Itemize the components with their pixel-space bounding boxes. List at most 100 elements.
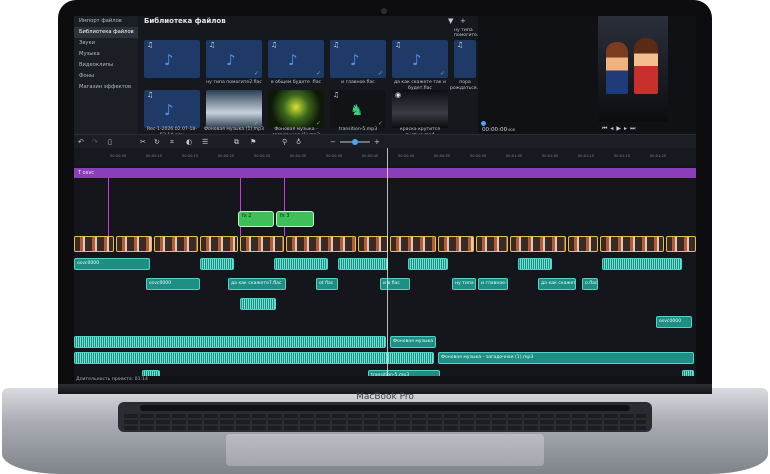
microphone-icon[interactable]: ♁ <box>296 136 301 148</box>
video-clip[interactable] <box>74 236 114 252</box>
music-note-icon: ♫ <box>209 41 216 49</box>
crop-icon[interactable]: ⌗ <box>170 136 174 148</box>
video-preview <box>598 16 668 122</box>
timeline-ruler[interactable]: 00:00:05 00:00:10 00:00:15 00:00:20 00:0… <box>74 148 696 166</box>
marker-icon[interactable]: ⚲ <box>282 136 287 148</box>
ruler-tick: 00:00:45 <box>398 154 415 158</box>
audio-clip[interactable]: да как скажете7.flac <box>538 278 576 290</box>
music-note-icon: ♫ <box>395 41 402 49</box>
audio-clip[interactable] <box>338 258 388 270</box>
audio-clip[interactable] <box>518 258 552 270</box>
video-clip[interactable] <box>600 236 664 252</box>
video-clip[interactable] <box>286 236 356 252</box>
media-item[interactable]: ♫ ♪ ✓ и главное.flac <box>330 40 386 86</box>
audio-clip[interactable]: o.flac <box>582 278 598 290</box>
ruler-tick: 00:00:35 <box>326 154 343 158</box>
group-icon[interactable]: ⧉ <box>234 136 239 148</box>
audio-clip[interactable] <box>602 258 682 270</box>
trash-icon[interactable]: ▯ <box>108 136 112 148</box>
ruler-tick: 00:00:20 <box>218 154 235 158</box>
audio-clip[interactable] <box>200 258 234 270</box>
media-thumbnail: ♫ ♪ <box>144 90 200 128</box>
video-clip[interactable] <box>568 236 598 252</box>
effect-clip[interactable]: fx 3 <box>276 211 314 227</box>
touch-bar <box>140 405 630 411</box>
text-icon: T <box>78 170 82 176</box>
ruler-tick: 00:00:50 <box>434 154 451 158</box>
sidebar-item-sounds[interactable]: Звуки <box>74 38 138 49</box>
music-note-icon: ♪ <box>164 51 174 69</box>
video-clip[interactable] <box>390 236 436 252</box>
media-thumbnail: ♫ ♪ ✓ <box>392 40 448 78</box>
music-note-icon: ♫ <box>271 41 278 49</box>
audio-clip[interactable] <box>240 298 276 310</box>
sidebar-item-import[interactable]: Импорт файлов <box>74 16 138 27</box>
sidebar-item-effects-store[interactable]: Магазин эффектов <box>74 82 138 93</box>
zoom-out-icon[interactable]: − <box>330 136 336 148</box>
rotate-icon[interactable]: ↻ <box>154 136 160 148</box>
audio-clip[interactable]: osvc0000 <box>74 258 150 270</box>
playhead[interactable] <box>387 148 388 376</box>
video-clip[interactable] <box>154 236 198 252</box>
seek-handle[interactable] <box>481 121 486 126</box>
video-clip[interactable] <box>476 236 508 252</box>
audio-clip[interactable]: ot flac <box>316 278 338 290</box>
play-icon[interactable]: ▶ <box>616 125 624 132</box>
video-clip[interactable] <box>116 236 152 252</box>
flag-icon[interactable]: ⚑ <box>250 136 256 148</box>
music-note-icon: ♪ <box>412 51 422 69</box>
music-note-icon: ♫ <box>333 91 340 99</box>
link-line <box>284 178 285 236</box>
audio-clip[interactable]: и главное.flac <box>478 278 508 290</box>
scissors-icon[interactable]: ✂ <box>140 136 146 148</box>
audio-clip[interactable]: osvc0000 <box>656 316 692 328</box>
media-item[interactable]: ♫ ♪ ✓ да как скажете так и будет.flac <box>392 40 448 91</box>
redo-icon[interactable]: ↷ <box>92 136 98 148</box>
color-icon[interactable]: ◐ <box>186 136 192 148</box>
trackpad <box>226 434 544 466</box>
title-clip[interactable]: T osvc <box>74 168 696 178</box>
media-item[interactable]: ✓ Фоновая музыка (1).mp3 <box>204 90 264 134</box>
video-clip[interactable] <box>438 236 474 252</box>
audio-clip[interactable] <box>74 352 434 364</box>
skip-forward-icon[interactable]: ⏭ <box>630 125 638 132</box>
video-clip[interactable] <box>510 236 566 252</box>
ruler-tick: 00:00:40 <box>362 154 379 158</box>
ruler-tick: 00:00:25 <box>254 154 271 158</box>
audio-clip[interactable]: ну типа flac <box>452 278 476 290</box>
sidebar-item-videoclips[interactable]: Видеоклипы <box>74 60 138 71</box>
zoom-slider-handle[interactable] <box>352 139 358 145</box>
video-clip[interactable] <box>240 236 284 252</box>
media-item[interactable]: ✓ Фоновая музыка - загадочная (1).mp3 <box>268 90 324 138</box>
sidebar-item-music[interactable]: Музыка <box>74 49 138 60</box>
sidebar-item-library[interactable]: Библиотека файлов <box>74 27 138 38</box>
media-thumbnail: ♫ ♞ ✓ <box>330 90 386 128</box>
media-item[interactable]: ♫♪ Rec-1-2026.02.07-18-53.14.wav <box>144 90 200 138</box>
video-clip[interactable] <box>358 236 388 252</box>
sidebar-item-backgrounds[interactable]: Фоны <box>74 71 138 82</box>
video-clip[interactable] <box>666 236 696 252</box>
media-item[interactable]: ♫ ♪ ✓ в общем будете .flac <box>268 40 324 86</box>
audio-clip[interactable] <box>74 336 386 348</box>
audio-clip[interactable] <box>408 258 448 270</box>
undo-icon[interactable]: ↶ <box>78 136 84 148</box>
media-label: и главное.flac <box>341 80 375 85</box>
media-item[interactable]: ◉ краска крутится пустые.mp4 <box>392 90 448 138</box>
plus-icon[interactable]: + <box>460 16 466 27</box>
audio-clip[interactable]: да как скажете7.flac <box>228 278 286 290</box>
audio-clip[interactable]: Фоновая музыка <box>390 336 436 348</box>
zoom-in-icon[interactable]: + <box>374 136 380 148</box>
media-item[interactable]: ♫ ♪ ✓ ну типа помогите2.flac <box>206 40 262 86</box>
audio-clip[interactable]: osvc0000 <box>146 278 200 290</box>
audio-clip[interactable]: Фоновая музыка - загадочная (1).mp3 <box>438 352 694 364</box>
video-clip[interactable] <box>200 236 238 252</box>
ruler-tick: 00:00:05 <box>110 154 127 158</box>
media-thumbnail: ♫ ♪ ✓ <box>206 40 262 78</box>
audio-clip[interactable]: и в flac <box>380 278 410 290</box>
media-item[interactable]: ♫ ♞ ✓ transition-5.mp3 <box>330 90 386 134</box>
media-item[interactable]: ♫ ♪ <box>144 40 200 86</box>
menu-icon[interactable]: ☰ <box>202 136 208 148</box>
audio-clip[interactable] <box>274 258 328 270</box>
filter-icon[interactable]: ▼ <box>448 16 453 27</box>
effect-clip[interactable]: fx 2 <box>238 211 274 227</box>
